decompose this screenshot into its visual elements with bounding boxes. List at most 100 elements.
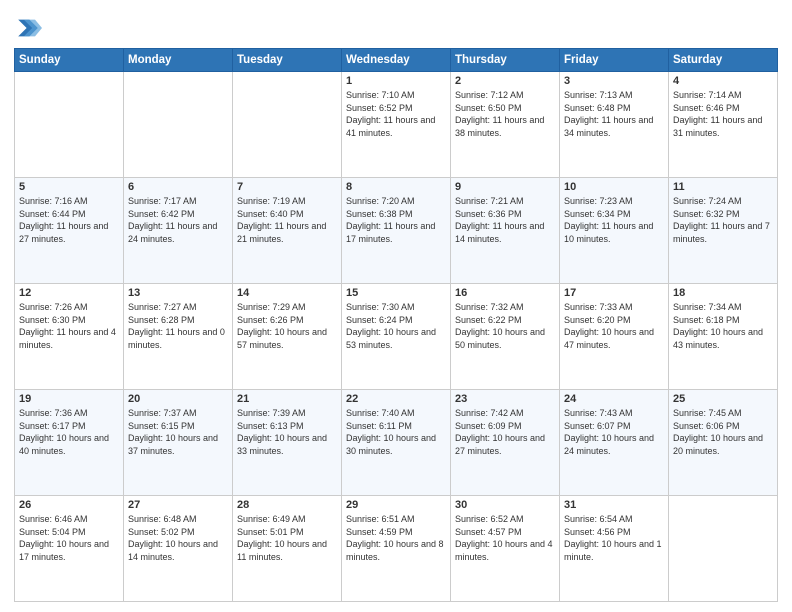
- day-info: Sunrise: 7:20 AM Sunset: 6:38 PM Dayligh…: [346, 195, 446, 245]
- weekday-header-friday: Friday: [560, 49, 669, 72]
- calendar-cell: 23 Sunrise: 7:42 AM Sunset: 6:09 PM Dayli…: [451, 390, 560, 496]
- day-number: 15: [346, 287, 446, 299]
- day-info: Sunrise: 7:40 AM Sunset: 6:11 PM Dayligh…: [346, 407, 446, 457]
- day-info: Sunrise: 6:49 AM Sunset: 5:01 PM Dayligh…: [237, 513, 337, 563]
- day-number: 26: [19, 499, 119, 511]
- day-info: Sunrise: 7:19 AM Sunset: 6:40 PM Dayligh…: [237, 195, 337, 245]
- week-row-1: 1 Sunrise: 7:10 AM Sunset: 6:52 PM Daylig…: [15, 72, 778, 178]
- day-info: Sunrise: 7:16 AM Sunset: 6:44 PM Dayligh…: [19, 195, 119, 245]
- day-number: 17: [564, 287, 664, 299]
- day-info: Sunrise: 7:17 AM Sunset: 6:42 PM Dayligh…: [128, 195, 228, 245]
- day-info: Sunrise: 7:36 AM Sunset: 6:17 PM Dayligh…: [19, 407, 119, 457]
- day-number: 14: [237, 287, 337, 299]
- day-info: Sunrise: 7:12 AM Sunset: 6:50 PM Dayligh…: [455, 89, 555, 139]
- day-number: 21: [237, 393, 337, 405]
- week-row-2: 5 Sunrise: 7:16 AM Sunset: 6:44 PM Daylig…: [15, 178, 778, 284]
- day-number: 28: [237, 499, 337, 511]
- day-info: Sunrise: 7:34 AM Sunset: 6:18 PM Dayligh…: [673, 301, 773, 351]
- calendar-cell: 8 Sunrise: 7:20 AM Sunset: 6:38 PM Daylig…: [342, 178, 451, 284]
- calendar-cell: 13 Sunrise: 7:27 AM Sunset: 6:28 PM Dayli…: [124, 284, 233, 390]
- weekday-header-thursday: Thursday: [451, 49, 560, 72]
- day-info: Sunrise: 7:29 AM Sunset: 6:26 PM Dayligh…: [237, 301, 337, 351]
- day-number: 12: [19, 287, 119, 299]
- day-number: 10: [564, 181, 664, 193]
- day-info: Sunrise: 7:39 AM Sunset: 6:13 PM Dayligh…: [237, 407, 337, 457]
- day-info: Sunrise: 7:37 AM Sunset: 6:15 PM Dayligh…: [128, 407, 228, 457]
- calendar-cell: 14 Sunrise: 7:29 AM Sunset: 6:26 PM Dayli…: [233, 284, 342, 390]
- day-number: 6: [128, 181, 228, 193]
- weekday-header-wednesday: Wednesday: [342, 49, 451, 72]
- calendar-cell: 30Sunrise: 6:52 AM Sunset: 4:57 PM Dayli…: [451, 496, 560, 602]
- calendar-cell: 9 Sunrise: 7:21 AM Sunset: 6:36 PM Daylig…: [451, 178, 560, 284]
- day-number: 16: [455, 287, 555, 299]
- weekday-header-saturday: Saturday: [669, 49, 778, 72]
- weekday-header-row: SundayMondayTuesdayWednesdayThursdayFrid…: [15, 49, 778, 72]
- calendar-cell: 6 Sunrise: 7:17 AM Sunset: 6:42 PM Daylig…: [124, 178, 233, 284]
- calendar-cell: [15, 72, 124, 178]
- calendar-cell: 12 Sunrise: 7:26 AM Sunset: 6:30 PM Dayli…: [15, 284, 124, 390]
- day-info: Sunrise: 6:46 AM Sunset: 5:04 PM Dayligh…: [19, 513, 119, 563]
- day-info: Sunrise: 7:10 AM Sunset: 6:52 PM Dayligh…: [346, 89, 446, 139]
- day-number: 5: [19, 181, 119, 193]
- day-info: Sunrise: 6:52 AM Sunset: 4:57 PM Dayligh…: [455, 513, 555, 563]
- day-info: Sunrise: 7:26 AM Sunset: 6:30 PM Dayligh…: [19, 301, 119, 351]
- day-info: Sunrise: 7:43 AM Sunset: 6:07 PM Dayligh…: [564, 407, 664, 457]
- calendar-cell: 18 Sunrise: 7:34 AM Sunset: 6:18 PM Dayli…: [669, 284, 778, 390]
- day-number: 19: [19, 393, 119, 405]
- day-info: Sunrise: 7:32 AM Sunset: 6:22 PM Dayligh…: [455, 301, 555, 351]
- calendar-cell: 29 Sunrise: 6:51 AM Sunset: 4:59 PM Dayli…: [342, 496, 451, 602]
- calendar-cell: 28 Sunrise: 6:49 AM Sunset: 5:01 PM Dayli…: [233, 496, 342, 602]
- week-row-5: 26 Sunrise: 6:46 AM Sunset: 5:04 PM Dayli…: [15, 496, 778, 602]
- calendar-table: SundayMondayTuesdayWednesdayThursdayFrid…: [14, 48, 778, 602]
- day-info: Sunrise: 7:21 AM Sunset: 6:36 PM Dayligh…: [455, 195, 555, 245]
- week-row-4: 19 Sunrise: 7:36 AM Sunset: 6:17 PM Dayli…: [15, 390, 778, 496]
- day-number: 31: [564, 499, 664, 511]
- weekday-header-sunday: Sunday: [15, 49, 124, 72]
- day-number: 18: [673, 287, 773, 299]
- day-number: 20: [128, 393, 228, 405]
- day-info: Sunrise: 7:33 AM Sunset: 6:20 PM Dayligh…: [564, 301, 664, 351]
- calendar-cell: 7 Sunrise: 7:19 AM Sunset: 6:40 PM Daylig…: [233, 178, 342, 284]
- day-number: 29: [346, 499, 446, 511]
- calendar-cell: [669, 496, 778, 602]
- day-info: Sunrise: 7:30 AM Sunset: 6:24 PM Dayligh…: [346, 301, 446, 351]
- calendar-cell: 11Sunrise: 7:24 AM Sunset: 6:32 PM Dayli…: [669, 178, 778, 284]
- day-number: 24: [564, 393, 664, 405]
- calendar-cell: 2 Sunrise: 7:12 AM Sunset: 6:50 PM Daylig…: [451, 72, 560, 178]
- day-info: Sunrise: 7:27 AM Sunset: 6:28 PM Dayligh…: [128, 301, 228, 351]
- logo: [14, 14, 45, 42]
- calendar-cell: 17 Sunrise: 7:33 AM Sunset: 6:20 PM Dayli…: [560, 284, 669, 390]
- day-number: 9: [455, 181, 555, 193]
- day-number: 2: [455, 75, 555, 87]
- day-number: 11: [673, 181, 773, 193]
- day-info: Sunrise: 7:42 AM Sunset: 6:09 PM Dayligh…: [455, 407, 555, 457]
- day-number: 1: [346, 75, 446, 87]
- calendar-cell: 15 Sunrise: 7:30 AM Sunset: 6:24 PM Dayli…: [342, 284, 451, 390]
- calendar-cell: 16 Sunrise: 7:32 AM Sunset: 6:22 PM Dayli…: [451, 284, 560, 390]
- calendar-cell: 10 Sunrise: 7:23 AM Sunset: 6:34 PM Dayli…: [560, 178, 669, 284]
- day-number: 25: [673, 393, 773, 405]
- calendar-cell: 26 Sunrise: 6:46 AM Sunset: 5:04 PM Dayli…: [15, 496, 124, 602]
- weekday-header-tuesday: Tuesday: [233, 49, 342, 72]
- day-info: Sunrise: 6:51 AM Sunset: 4:59 PM Dayligh…: [346, 513, 446, 563]
- day-number: 8: [346, 181, 446, 193]
- calendar-cell: 4Sunrise: 7:14 AM Sunset: 6:46 PM Daylig…: [669, 72, 778, 178]
- day-info: Sunrise: 6:54 AM Sunset: 4:56 PM Dayligh…: [564, 513, 664, 563]
- calendar-cell: [233, 72, 342, 178]
- calendar-cell: 27Sunrise: 6:48 AM Sunset: 5:02 PM Dayli…: [124, 496, 233, 602]
- day-number: 23: [455, 393, 555, 405]
- day-number: 22: [346, 393, 446, 405]
- day-info: Sunrise: 7:45 AM Sunset: 6:06 PM Dayligh…: [673, 407, 773, 457]
- day-info: Sunrise: 7:23 AM Sunset: 6:34 PM Dayligh…: [564, 195, 664, 245]
- day-info: Sunrise: 6:48 AM Sunset: 5:02 PM Dayligh…: [128, 513, 228, 563]
- week-row-3: 12 Sunrise: 7:26 AM Sunset: 6:30 PM Dayli…: [15, 284, 778, 390]
- header: [14, 10, 778, 42]
- day-number: 7: [237, 181, 337, 193]
- calendar-cell: 20 Sunrise: 7:37 AM Sunset: 6:15 PM Dayli…: [124, 390, 233, 496]
- day-number: 3: [564, 75, 664, 87]
- calendar-cell: 22 Sunrise: 7:40 AM Sunset: 6:11 PM Dayli…: [342, 390, 451, 496]
- calendar-cell: 25 Sunrise: 7:45 AM Sunset: 6:06 PM Dayli…: [669, 390, 778, 496]
- day-number: 13: [128, 287, 228, 299]
- calendar-cell: 19 Sunrise: 7:36 AM Sunset: 6:17 PM Dayli…: [15, 390, 124, 496]
- calendar-cell: 1 Sunrise: 7:10 AM Sunset: 6:52 PM Daylig…: [342, 72, 451, 178]
